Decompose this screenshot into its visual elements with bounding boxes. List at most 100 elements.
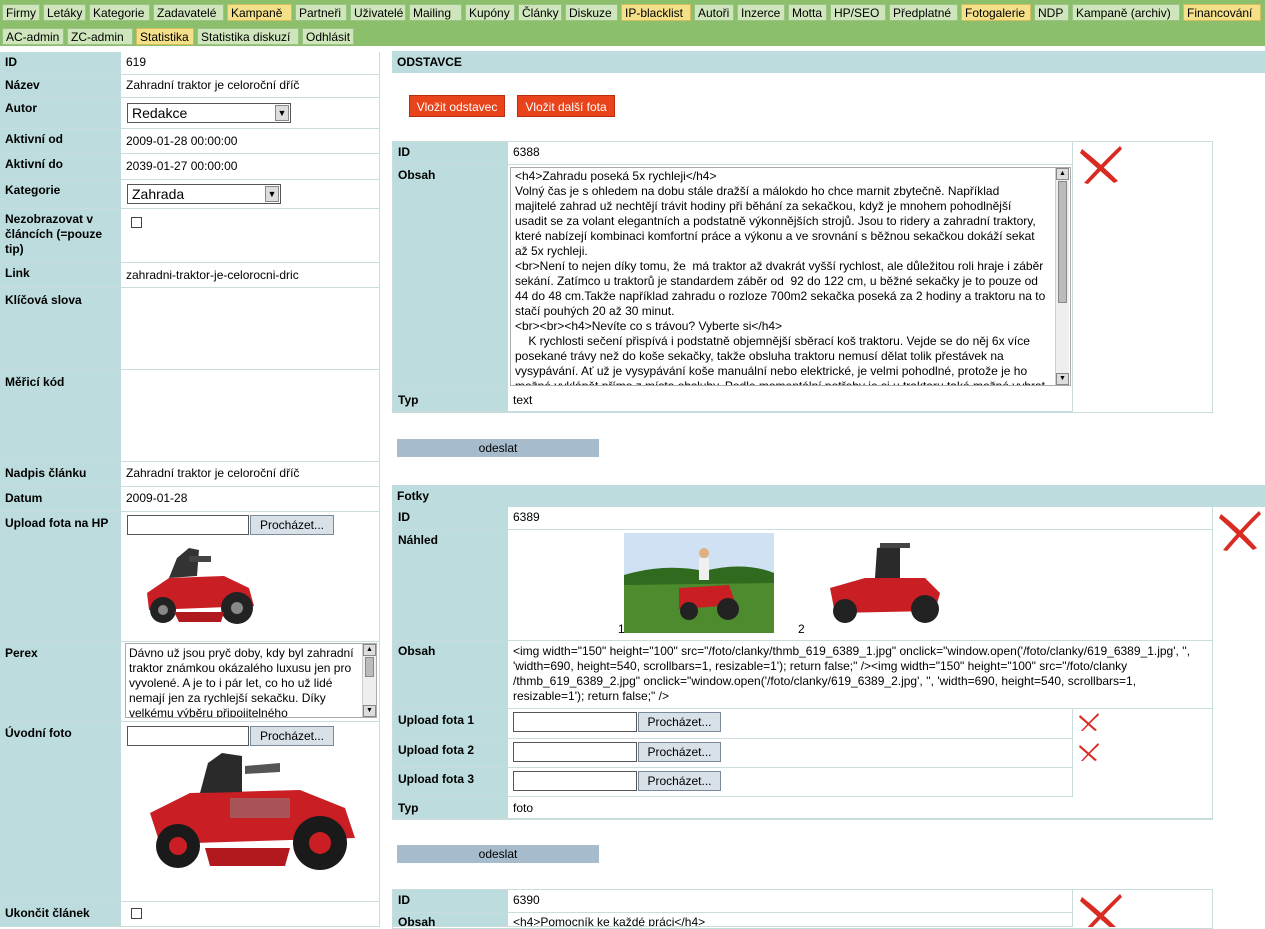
link-value[interactable]: zahradni-traktor-je-celorocni-dric [121, 263, 379, 288]
upload-hp-input[interactable] [127, 515, 249, 535]
nav-item-row1-7[interactable]: Mailing [409, 4, 462, 21]
nav-item-row1-19[interactable]: Kampaně (archiv) [1072, 4, 1180, 21]
p1-content-line: usadit se za volant elegantních a podsta… [515, 214, 1036, 228]
id-value: 619 [121, 52, 379, 75]
nav-item-row2-3[interactable]: Statistika diskuzí [197, 28, 299, 45]
nav-item-row1-4[interactable]: Kampaně [227, 4, 292, 21]
scroll-thumb[interactable] [365, 657, 374, 677]
heading-value[interactable]: Zahradní traktor je celoroční dříč [121, 462, 379, 487]
hide-label: Nezobrazovat v článcích (=pouze tip) [0, 209, 121, 263]
insert-paragraph-button[interactable]: Vložit odstavec [409, 95, 505, 117]
upload-hp-browse-button[interactable]: Procházet... [250, 515, 334, 535]
category-select[interactable]: Zahrada ▼ [127, 184, 281, 204]
nav-item-row1-3[interactable]: Zadavatelé [153, 4, 224, 21]
ph-type-label: Typ [393, 797, 508, 819]
nav-item-row2-2[interactable]: Statistika [136, 28, 194, 45]
divider [1072, 142, 1073, 412]
keywords-field[interactable] [121, 288, 379, 370]
p1-content-line: K rychlosti sečení přispívá i podstatně … [515, 334, 1030, 348]
delete-paragraph-3-icon[interactable] [1078, 891, 1124, 927]
submit-paragraph-1-button[interactable]: odeslat [397, 439, 599, 457]
upload-1-browse-button[interactable]: Procházet... [638, 712, 721, 732]
p1-scrollbar[interactable]: ▲ ▼ [1055, 168, 1069, 385]
insert-photos-button[interactable]: Vložit další fota [517, 95, 615, 117]
p1-content-line: stačí pouhých 20 až 30 minut. [515, 304, 675, 318]
upload-1-input[interactable] [513, 712, 637, 732]
ph-id-value: 6389 [508, 507, 1212, 530]
scroll-up-icon[interactable]: ▲ [1056, 168, 1069, 180]
p3-content-value[interactable]: <h4>Pomocník ke každé práci</h4> [508, 913, 1072, 927]
date-value[interactable]: 2009-01-28 [121, 487, 379, 512]
keywords-label: Klíčová slova [0, 288, 121, 370]
photos-title: Fotky [392, 485, 1265, 507]
delete-paragraph-1-icon[interactable] [1078, 143, 1124, 185]
author-label: Autor [0, 98, 121, 129]
scroll-up-icon[interactable]: ▲ [363, 644, 376, 656]
nav-item-row1-0[interactable]: Firmy [2, 4, 40, 21]
nav-item-row1-16[interactable]: Předplatné [889, 4, 958, 21]
nav-item-row1-1[interactable]: Letáky [43, 4, 86, 21]
submit-photos-button[interactable]: odeslat [397, 845, 599, 863]
nav-item-row1-17[interactable]: Fotogalerie [961, 4, 1031, 21]
nav-item-row1-14[interactable]: Motta [788, 4, 827, 21]
active-to-value[interactable]: 2039-01-27 00:00:00 [121, 154, 379, 180]
tracking-field[interactable] [121, 370, 379, 462]
ph-content-value[interactable]: <img width="150" height="100" src="/foto… [508, 641, 1212, 709]
delete-upload-2-icon[interactable] [1078, 742, 1100, 762]
p1-content-line: sekání. Zatímco u traktorů je standardem… [515, 274, 1038, 288]
name-value[interactable]: Zahradní traktor je celoroční dříč [121, 75, 379, 98]
perex-scrollbar[interactable]: ▲ ▼ [362, 644, 376, 717]
scroll-down-icon[interactable]: ▼ [1056, 373, 1069, 385]
delete-upload-1-icon[interactable] [1078, 712, 1100, 732]
intro-photo-browse-button[interactable]: Procházet... [250, 726, 334, 746]
perex-textarea[interactable]: Dávno už jsou pryč doby, kdy byl zahradn… [125, 643, 377, 718]
nav-item-row2-1[interactable]: ZC-admin [67, 28, 133, 45]
ph-content-label: Obsah [393, 641, 508, 709]
intro-photo-input[interactable] [127, 726, 249, 746]
divider [1072, 890, 1073, 927]
p1-id-label: ID [393, 142, 508, 165]
upload-3-browse-button[interactable]: Procházet... [638, 771, 721, 791]
author-select[interactable]: Redakce ▼ [127, 103, 291, 123]
nav-item-row2-0[interactable]: AC-admin [2, 28, 64, 45]
nav-item-row1-10[interactable]: Diskuze [565, 4, 618, 21]
end-article-checkbox[interactable] [131, 908, 142, 919]
scroll-thumb[interactable] [1058, 181, 1067, 303]
ph-content-line: <img width="150" height="100" src="/foto… [513, 644, 1191, 658]
scroll-down-icon[interactable]: ▼ [363, 705, 376, 717]
p1-content-line: Volný čas je s ohledem na dobu stále dra… [515, 184, 1000, 198]
nav-item-row1-6[interactable]: Uživatelé [350, 4, 406, 21]
upload-3-input[interactable] [513, 771, 637, 791]
active-from-value[interactable]: 2009-01-28 00:00:00 [121, 129, 379, 154]
nav-item-row1-20[interactable]: Financování [1183, 4, 1261, 21]
paragraphs-title: ODSTAVCE [392, 51, 1265, 73]
nav-item-row1-13[interactable]: Inzerce [737, 4, 785, 21]
active-to-label: Aktivní do [0, 154, 121, 180]
p3-id-label: ID [393, 890, 508, 913]
nav-item-row1-5[interactable]: Partneři [295, 4, 347, 21]
nav-item-row1-8[interactable]: Kupóny [465, 4, 515, 21]
p1-content-line: 44 do 48 cm.Takže například zahradu o ro… [515, 289, 1046, 303]
delete-photos-icon[interactable] [1217, 508, 1263, 552]
ph-type-value: foto [508, 797, 1212, 819]
thumbnail-1-image[interactable] [624, 533, 774, 633]
active-from-label: Aktivní od [0, 129, 121, 154]
id-label: ID [0, 52, 121, 75]
p1-content-textarea[interactable]: <h4>Zahradu poseká 5x rychleji</h4> Volný… [510, 167, 1071, 386]
hide-checkbox[interactable] [131, 217, 142, 228]
p1-content-line: posekané trávy než do koše sekačky, takž… [515, 349, 1004, 363]
category-label: Kategorie [0, 180, 121, 209]
nav-item-row1-12[interactable]: Autoři [694, 4, 734, 21]
tracking-label: Měřicí kód [0, 370, 121, 462]
nav-item-row1-2[interactable]: Kategorie [89, 4, 150, 21]
ph-preview-label: Náhled [393, 530, 508, 641]
nav-item-row1-11[interactable]: IP-blacklist [621, 4, 691, 21]
nav-item-row1-18[interactable]: NDP [1034, 4, 1069, 21]
thumbnail-2-image[interactable] [805, 533, 955, 633]
upload-2-input[interactable] [513, 742, 637, 762]
nav-item-row2-4[interactable]: Odhlásit [302, 28, 354, 45]
nav-item-row1-9[interactable]: Články [518, 4, 562, 21]
upload-2-browse-button[interactable]: Procházet... [638, 742, 721, 762]
nav-item-row1-15[interactable]: HP/SEO [830, 4, 886, 21]
ph-content-line: 'width=690, height=540, scrollbars=1, re… [513, 659, 1128, 673]
